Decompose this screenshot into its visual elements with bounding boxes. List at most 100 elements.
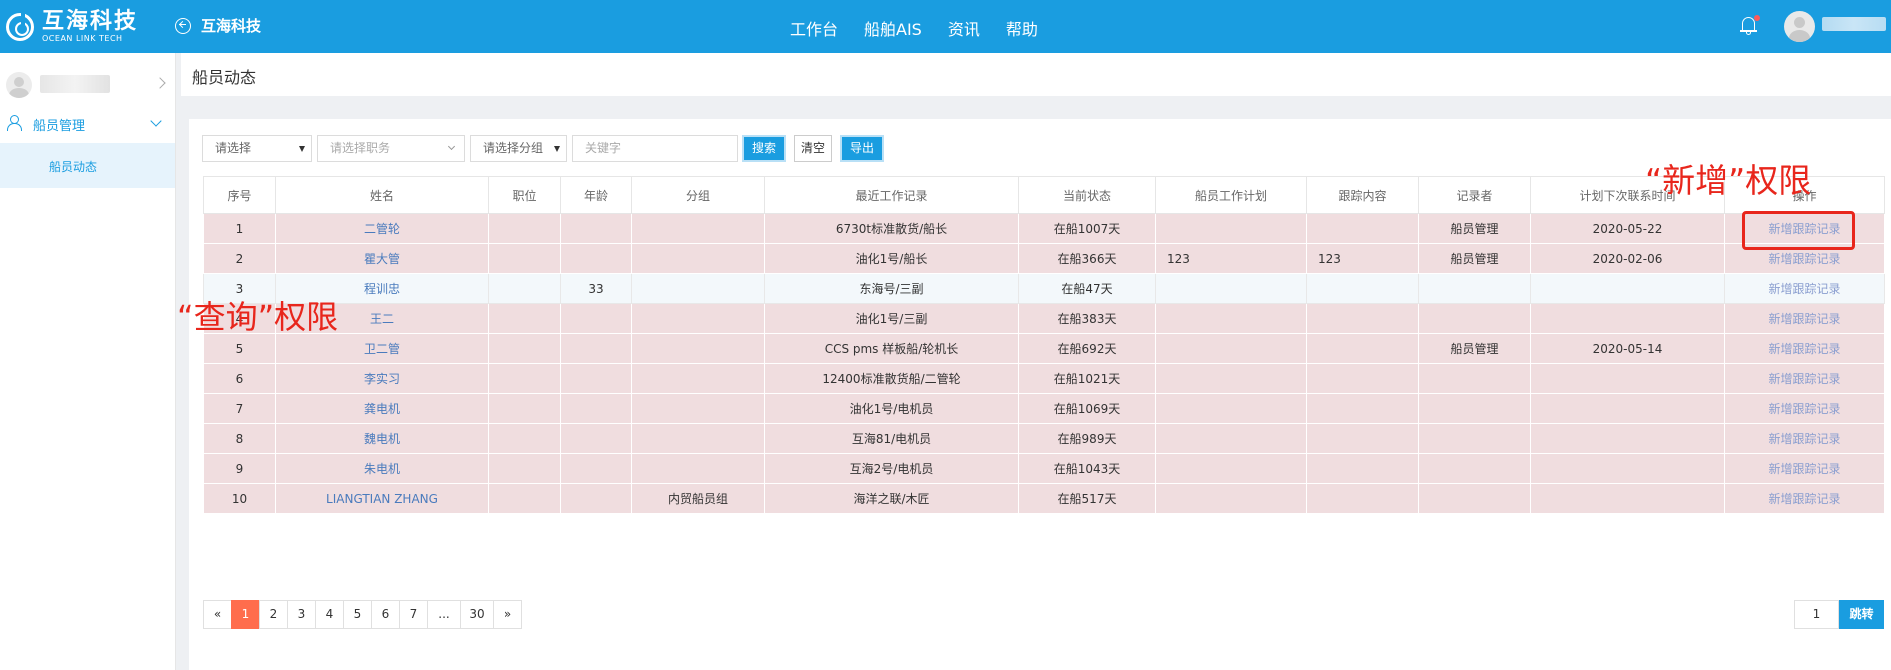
sidebar-group-label: 船员管理 — [33, 119, 86, 134]
column-header: 序号 — [203, 176, 276, 214]
cell-plan — [1155, 423, 1307, 454]
cell-no: 2 — [203, 243, 276, 274]
crew-name-link[interactable]: 瞿大管 — [275, 243, 489, 274]
cell-position — [488, 273, 561, 304]
cell-age — [560, 243, 632, 274]
chevron-down-icon — [150, 115, 162, 127]
page-button[interactable]: 3 — [287, 600, 316, 629]
cell-group — [631, 273, 765, 304]
back-button[interactable]: 互海科技 — [175, 15, 261, 36]
crew-name-link[interactable]: 朱电机 — [275, 453, 489, 484]
page-button[interactable]: 6 — [371, 600, 400, 629]
column-header: 姓名 — [275, 176, 489, 214]
crew-name-link[interactable]: 龚电机 — [275, 393, 489, 424]
table-row[interactable]: 2 瞿大管 油化1号/船长 在船366天 123 123 船员管理 2020-02-06 新增跟… — [203, 243, 1885, 274]
crew-name-link[interactable]: 二管轮 — [275, 213, 489, 244]
crew-name-link[interactable]: LIANGTIAN ZHANG — [275, 483, 489, 514]
group-select[interactable]: 请选择分组 — [470, 135, 567, 162]
table-row[interactable]: 3 程训忠 33 东海号/三副 在船47天 新增跟踪记录 — [203, 273, 1885, 304]
cell-group — [631, 303, 765, 334]
add-tracking-record-link[interactable]: 新增跟踪记录 — [1724, 423, 1885, 454]
bell-icon[interactable] — [1739, 14, 1760, 36]
sidebar-item-crew-dynamics[interactable]: 船员动态 — [0, 143, 175, 188]
pagination: «1 2 3 4 5 6 7... 30» — [203, 600, 522, 629]
table-row[interactable]: 7 龚电机 油化1号/电机员 在船1069天 新增跟踪记录 — [203, 393, 1885, 424]
table-row[interactable]: 4 王二 油化1号/三副 在船383天 新增跟踪记录 — [203, 303, 1885, 334]
page-button[interactable]: 5 — [343, 600, 372, 629]
add-tracking-record-link[interactable]: 新增跟踪记录 — [1724, 393, 1885, 424]
add-tracking-record-link[interactable]: 新增跟踪记录 — [1724, 363, 1885, 394]
cell-status: 在船366天 — [1018, 243, 1156, 274]
page-button[interactable]: 4 — [315, 600, 344, 629]
cell-status: 在船383天 — [1018, 303, 1156, 334]
cell-track — [1306, 303, 1419, 334]
page-button[interactable]: 2 — [259, 600, 288, 629]
sidebar-user[interactable] — [4, 63, 172, 107]
cell-track — [1306, 363, 1419, 394]
column-header: 年龄 — [560, 176, 632, 214]
crew-name-link[interactable]: 卫二管 — [275, 333, 489, 364]
add-tracking-record-link[interactable]: 新增跟踪记录 — [1724, 303, 1885, 334]
position-select[interactable]: 请选择职务 — [317, 135, 465, 162]
cell-status: 在船1021天 — [1018, 363, 1156, 394]
crew-name-link[interactable]: 李实习 — [275, 363, 489, 394]
user-avatar[interactable] — [1784, 11, 1815, 42]
cell-position — [488, 213, 561, 244]
table-row[interactable]: 8 魏电机 互海81/电机员 在船989天 新增跟踪记录 — [203, 423, 1885, 454]
search-button[interactable]: 搜索 — [742, 135, 786, 162]
cell-plan — [1155, 303, 1307, 334]
cell-group — [631, 333, 765, 364]
cell-record: 油化1号/船长 — [764, 243, 1019, 274]
cell-plan — [1155, 273, 1307, 304]
nav-item-workbench[interactable]: 工作台 — [790, 16, 838, 40]
cell-group — [631, 393, 765, 424]
cell-track — [1306, 453, 1419, 484]
table-row[interactable]: 6 李实习 12400标准散货船/二管轮 在船1021天 新增跟踪记录 — [203, 363, 1885, 394]
table-row[interactable]: 1 二管轮 6730t标准散货/船长 在船1007天 船员管理 2020-05-22 新增跟… — [203, 213, 1885, 244]
sidebar-group-crew-management[interactable]: 船员管理 — [0, 105, 175, 141]
page-button[interactable]: 30 — [460, 600, 494, 629]
user-name-blurred[interactable] — [1822, 17, 1886, 31]
add-tracking-record-link[interactable]: 新增跟踪记录 — [1724, 333, 1885, 364]
add-tracking-record-link[interactable]: 新增跟踪记录 — [1724, 453, 1885, 484]
add-tracking-record-link[interactable]: 新增跟踪记录 — [1724, 483, 1885, 514]
cell-next — [1530, 453, 1725, 484]
add-tracking-record-link[interactable]: 新增跟踪记录 — [1724, 273, 1885, 304]
cell-position — [488, 423, 561, 454]
logo[interactable]: 互海科技 OCEAN LINK TECH — [6, 10, 138, 43]
column-header: 最近工作记录 — [764, 176, 1019, 214]
cell-next: 2020-05-22 — [1530, 213, 1725, 244]
page-ellipsis[interactable]: ... — [427, 600, 461, 629]
cell-record: CCS pms 样板船/轮机长 — [764, 333, 1019, 364]
next-page-button[interactable]: » — [493, 600, 522, 629]
nav-item-help[interactable]: 帮助 — [1006, 16, 1038, 40]
table-row[interactable]: 10 LIANGTIAN ZHANG 内贸船员组 海洋之联/木匠 在船517天 新增跟踪记… — [203, 483, 1885, 514]
cell-position — [488, 333, 561, 364]
select-filter-1[interactable]: 请选择 — [202, 135, 312, 162]
table-header-row: 序号 姓名 职位 年龄 分组 最近工作记录 当前状态 船员工作计划 跟踪内容 记录者 计划下次联系时… — [203, 176, 1885, 214]
crew-name-link[interactable]: 魏电机 — [275, 423, 489, 454]
export-button[interactable]: 导出 — [840, 135, 884, 162]
cell-position — [488, 393, 561, 424]
page-jump-button[interactable]: 跳转 — [1839, 600, 1884, 629]
table-row[interactable]: 5 卫二管 CCS pms 样板船/轮机长 在船692天 船员管理 2020-05-14 新… — [203, 333, 1885, 364]
table-row[interactable]: 9 朱电机 互海2号/电机员 在船1043天 新增跟踪记录 — [203, 453, 1885, 484]
clear-button[interactable]: 清空 — [794, 135, 832, 162]
cell-status: 在船1069天 — [1018, 393, 1156, 424]
nav-item-ship-ais[interactable]: 船舶AIS — [864, 16, 922, 40]
cell-next: 2020-05-14 — [1530, 333, 1725, 364]
cell-next — [1530, 423, 1725, 454]
cell-status: 在船1007天 — [1018, 213, 1156, 244]
cell-track — [1306, 273, 1419, 304]
page-button[interactable]: 1 — [231, 600, 260, 629]
cell-no: 1 — [203, 213, 276, 244]
cell-plan — [1155, 363, 1307, 394]
page-jump-input[interactable]: 1 — [1794, 600, 1839, 629]
page-button[interactable]: 7 — [399, 600, 428, 629]
keyword-input[interactable]: 关键字 — [572, 135, 738, 162]
prev-page-button[interactable]: « — [203, 600, 232, 629]
cell-next — [1530, 363, 1725, 394]
column-header: 当前状态 — [1018, 176, 1156, 214]
nav-item-news[interactable]: 资讯 — [948, 16, 980, 40]
cell-position — [488, 363, 561, 394]
